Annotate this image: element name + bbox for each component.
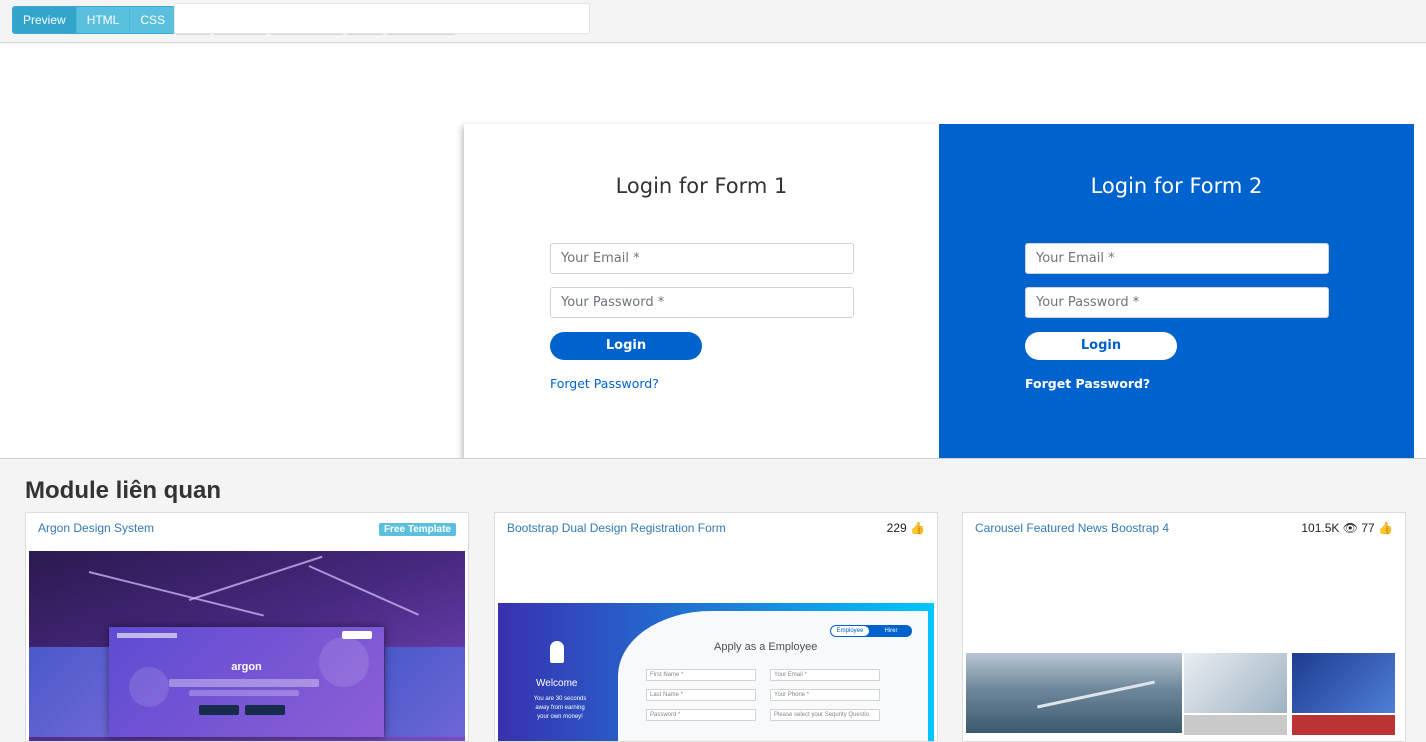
screenshot-side xyxy=(29,647,109,737)
news-image xyxy=(1292,653,1395,713)
banner-placeholder xyxy=(174,3,590,34)
role-toggle: Employee Hirer xyxy=(830,625,912,637)
bridge-graphic xyxy=(1036,680,1156,709)
related-modules: Module liên quan Argon Design System Fre… xyxy=(0,458,1426,742)
thumb-field: First Name * xyxy=(646,669,756,681)
module-title[interactable]: Argon Design System xyxy=(38,521,154,535)
section-heading: Module liên quan xyxy=(25,477,221,504)
forget-password-link[interactable]: Forget Password? xyxy=(1025,376,1150,391)
thumb-field: Your Phone * xyxy=(770,689,880,701)
form-title: Login for Form 1 xyxy=(615,174,788,198)
module-thumbnail[interactable] xyxy=(966,653,1402,741)
login-button[interactable]: Login xyxy=(1025,332,1177,360)
module-card[interactable]: Carousel Featured News Boostrap 4 101.5K… xyxy=(962,512,1406,742)
tab-css[interactable]: CSS xyxy=(130,7,176,33)
divider xyxy=(176,31,210,35)
view-tabs: Preview HTML CSS xyxy=(12,6,177,34)
email-field[interactable]: Your Email * xyxy=(550,243,854,274)
module-stats: 101.5K 👁 77 👍 xyxy=(1301,521,1393,535)
email-field[interactable]: Your Email * xyxy=(1025,243,1329,274)
forget-password-link[interactable]: Forget Password? xyxy=(550,376,659,391)
divider xyxy=(271,31,343,35)
thumbs-up-icon: 👍 xyxy=(1378,521,1393,535)
editor-toolbar: Preview HTML CSS xyxy=(0,0,1426,43)
text-line xyxy=(189,690,299,696)
argon-logo: argon xyxy=(231,661,262,673)
thumb-button xyxy=(245,705,285,715)
preview-pane: Login for Form 1 Your Email * Your Passw… xyxy=(0,44,1426,458)
lightning-graphic xyxy=(308,565,420,616)
eye-icon: 👁 xyxy=(1342,521,1358,535)
thumb-field: Password * xyxy=(646,709,756,721)
password-field[interactable]: Your Password * xyxy=(1025,287,1329,318)
module-title[interactable]: Bootstrap Dual Design Registration Form xyxy=(507,521,726,535)
like-count: 77 xyxy=(1361,521,1375,535)
free-template-badge: Free Template xyxy=(378,523,456,536)
thumb-field: Please select your Sequrity Questio xyxy=(770,709,880,721)
form-card: Employee Hirer Apply as a Employee First… xyxy=(618,611,928,741)
divider xyxy=(347,31,383,35)
lightning-graphic xyxy=(188,555,323,601)
toggle-hirer: Hirer xyxy=(884,628,898,634)
news-image xyxy=(1184,715,1287,735)
password-field[interactable]: Your Password * xyxy=(550,287,854,318)
decor-circle xyxy=(129,667,169,707)
login-button[interactable]: Login xyxy=(550,332,702,360)
welcome-text: Welcome xyxy=(536,678,578,689)
text-line xyxy=(169,679,319,687)
thumbs-up-icon: 👍 xyxy=(910,521,925,535)
form-title: Login for Form 2 xyxy=(1090,174,1263,198)
divider xyxy=(387,31,455,35)
login-form-2: Login for Form 2 Your Email * Your Passw… xyxy=(939,124,1414,458)
form-title: Apply as a Employee xyxy=(714,641,818,653)
screenshot-side xyxy=(385,647,465,737)
module-title[interactable]: Carousel Featured News Boostrap 4 xyxy=(975,521,1169,535)
nav-bar xyxy=(117,633,177,638)
news-image xyxy=(1184,653,1287,713)
news-image-bridge xyxy=(966,653,1182,733)
thumb-field: Your Email * xyxy=(770,669,880,681)
module-thumbnail[interactable]: argon xyxy=(29,551,465,741)
toggle-employee: Employee xyxy=(831,626,869,636)
module-stats: 229 👍 xyxy=(887,521,925,535)
like-count: 229 xyxy=(886,521,907,535)
module-card[interactable]: Argon Design System Free Template argon xyxy=(25,512,469,742)
view-count: 101.5K xyxy=(1301,521,1340,535)
divider xyxy=(214,31,266,35)
thumb-field: Last Name * xyxy=(646,689,756,701)
lightning-graphic xyxy=(88,571,264,617)
thumb-button xyxy=(199,705,239,715)
news-image xyxy=(1292,715,1395,735)
login-form-1: Login for Form 1 Your Email * Your Passw… xyxy=(464,124,939,458)
module-thumbnail[interactable]: Welcome You are 30 seconds away from ear… xyxy=(498,603,934,741)
rocket-icon xyxy=(550,641,564,663)
screenshot-main: argon xyxy=(109,627,384,737)
tab-preview[interactable]: Preview xyxy=(13,7,77,33)
welcome-subtext: You are 30 seconds away from earning you… xyxy=(533,696,587,720)
module-card[interactable]: Bootstrap Dual Design Registration Form … xyxy=(494,512,938,742)
tab-html[interactable]: HTML xyxy=(76,7,131,33)
